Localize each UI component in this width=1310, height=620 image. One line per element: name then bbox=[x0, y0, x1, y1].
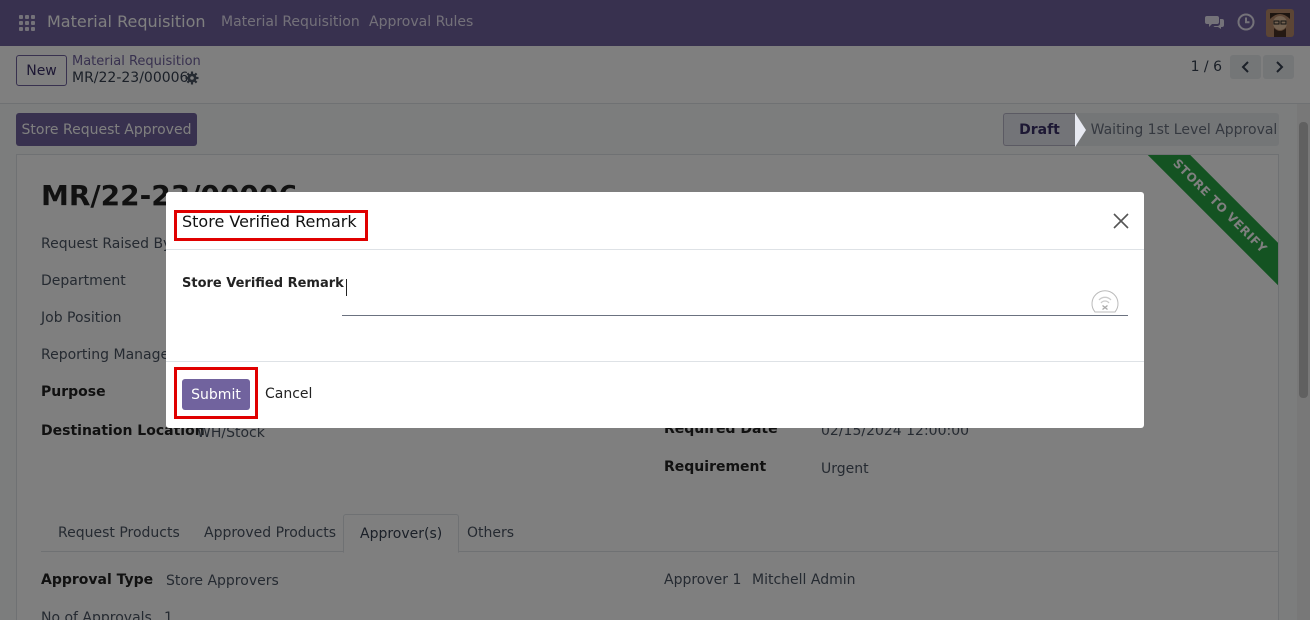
modal-footer: Submit Cancel bbox=[166, 362, 1144, 428]
modal-title: Store Verified Remark bbox=[182, 212, 357, 231]
store-verified-remark-input[interactable] bbox=[342, 272, 1128, 316]
modal-body: Store Verified Remark bbox=[166, 250, 1144, 362]
modal-header: Store Verified Remark bbox=[166, 192, 1144, 250]
close-icon[interactable] bbox=[1112, 212, 1130, 230]
submit-button[interactable]: Submit bbox=[182, 379, 250, 410]
ai-assist-icon[interactable] bbox=[1089, 288, 1121, 316]
text-caret bbox=[346, 279, 347, 296]
remark-field-label: Store Verified Remark bbox=[182, 276, 344, 291]
cancel-button[interactable]: Cancel bbox=[265, 386, 312, 402]
store-verified-remark-dialog: Store Verified Remark Store Verified Rem… bbox=[166, 192, 1144, 428]
